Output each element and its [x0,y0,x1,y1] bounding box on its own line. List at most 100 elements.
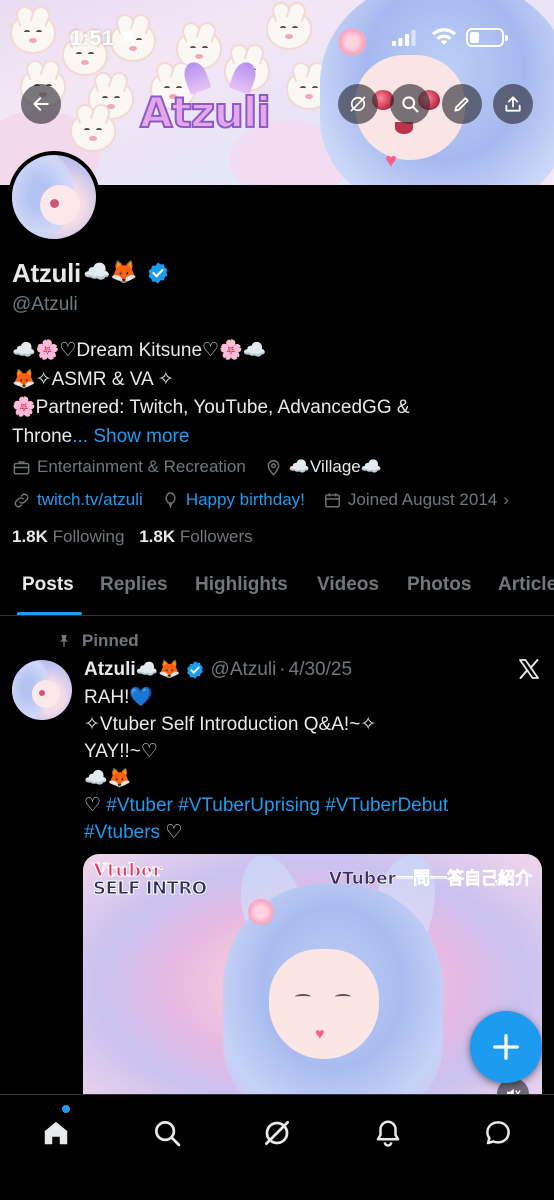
tab-articles[interactable]: Articles [498,574,554,615]
search-icon [402,96,419,113]
follow-counts: 1.8K Following 1.8K Followers [12,527,253,547]
compose-button[interactable] [470,1011,542,1083]
followers-label: Followers [179,527,253,546]
location-text: ☁️Village☁️ [288,457,382,476]
tab-posts[interactable]: Posts [22,574,74,615]
bell-muted-icon [122,30,136,46]
display-name-row: Atzuli ☁️🦊 [12,256,170,290]
location-pin-icon [267,459,280,476]
followers-count-link[interactable]: 1.8K Followers [139,527,252,546]
bio-line: ☁️🌸♡Dream Kitsune♡🌸☁️ [12,340,267,361]
hashtag-links[interactable]: #Vtuber #VTuberUprising #VTuberDebut [106,795,448,816]
share-button[interactable] [493,84,533,124]
media-title: Vtuber SELF INTRO [93,861,208,899]
bottom-navigation [0,1094,554,1200]
home-notification-dot [62,1105,70,1113]
active-tab-indicator [17,612,82,615]
media-title-bottom: SELF INTRO [93,878,208,899]
nav-home[interactable] [32,1109,80,1157]
display-name-emoji: ☁️🦊 [82,260,138,285]
post-author-emoji: ☁️🦊 [135,659,181,680]
tab-replies[interactable]: Replies [100,574,168,615]
grok-button[interactable] [338,84,378,124]
search-icon [155,1121,181,1147]
website-link[interactable]: twitch.tv/atzuli [37,490,143,510]
link-icon [14,493,29,507]
profile-meta-row-1: Entertainment & Recreation ☁️Village☁️ [12,457,400,477]
media-japanese-title: VTuber一問一答自己紹介 [328,869,533,890]
grok-icon [350,96,366,112]
post-author-avatar[interactable] [12,660,72,720]
balloon-icon [165,491,176,508]
wifi-icon [432,28,456,45]
flower-decoration [248,899,274,925]
back-arrow-icon [33,97,49,111]
bio-line: 🦊✧ASMR & VA ✧ [12,368,174,390]
bio-text: Throne [12,425,73,447]
profile-joined: Joined August 2014 › [323,490,509,510]
birthday-link[interactable]: Happy birthday! [186,490,305,510]
profile-meta-row-2: twitch.tv/atzuli Happy birthday! Joined … [12,490,527,510]
profile-birthday[interactable]: Happy birthday! [161,490,305,510]
bio-line: Throne... Show more [12,423,532,452]
post-line: #Vtubers ♡ [84,819,544,846]
heart-decoration: ♥ [385,150,397,172]
calendar-icon [324,492,340,508]
profile-avatar[interactable] [8,151,100,243]
category-text: Entertainment & Recreation [37,457,246,476]
tab-videos[interactable]: Videos [317,574,379,615]
bio-ellipsis: ... [72,425,89,447]
share-icon [505,96,521,112]
profile-website[interactable]: twitch.tv/atzuli [12,490,143,510]
x-logo-icon[interactable] [517,657,541,681]
hashtag-link[interactable]: #Vtubers [84,822,160,843]
fox-mascot-decoration [70,112,116,152]
back-button[interactable] [21,84,61,124]
search-button[interactable] [390,84,430,124]
bell-icon [376,1120,400,1147]
post-text-suffix: ♡ [160,822,183,843]
nav-grok[interactable] [253,1109,301,1157]
post-line: RAH!💙 [84,687,154,708]
heart-decoration: ♥ [315,1026,325,1043]
status-time: 1:51 [70,27,115,50]
post-header: Atzuli ☁️🦊 @Atzuli · 4/30/25 [84,656,352,684]
pin-icon [60,635,68,647]
status-bar: 1:51 [0,0,554,76]
nav-notifications[interactable] [364,1109,412,1157]
profile-location: ☁️Village☁️ [264,457,382,477]
edit-button[interactable] [442,84,482,124]
post-date[interactable]: 4/30/25 [289,659,352,681]
joined-text: Joined August 2014 [347,490,498,509]
pinned-label-row: Pinned [56,631,139,651]
chevron-right-icon[interactable]: › [503,490,509,510]
pinned-label: Pinned [82,631,139,650]
following-label: Following [52,527,125,546]
profile-tabs: Posts Replies Highlights Videos Photos A… [0,564,554,616]
verified-badge-icon[interactable] [146,261,170,285]
tab-photos[interactable]: Photos [407,574,471,615]
nav-messages[interactable] [474,1109,522,1157]
post-author-handle[interactable]: @Atzuli [211,659,277,681]
show-more-link[interactable]: Show more [93,426,189,447]
post-line: ♡ #Vtuber #VTuberUprising #VTuberDebut [84,792,544,819]
verified-badge-icon [186,661,203,679]
briefcase-icon [13,460,30,475]
battery-icon [466,28,508,47]
following-count-link[interactable]: 1.8K Following [12,527,124,546]
home-icon [44,1121,68,1145]
nav-search[interactable] [143,1109,191,1157]
post-separator: · [279,659,286,680]
cellular-signal-icon [392,30,416,46]
post-line: YAY!!~♡ [84,741,158,762]
tab-highlights[interactable]: Highlights [195,574,288,615]
bio-line: 🌸Partnered: Twitch, YouTube, AdvancedGG … [12,397,410,418]
profile-handle: @Atzuli [12,294,78,315]
post-line: ✧Vtuber Self Introduction Q&A!~✧ [84,714,377,735]
banner-logo-text: Atzuli [139,87,272,138]
post-body[interactable]: RAH!💙 ✧Vtuber Self Introduction Q&A!~✧ Y… [84,684,544,846]
profile-category: Entertainment & Recreation [12,457,246,477]
post-author-name[interactable]: Atzuli [84,659,136,681]
display-name: Atzuli [12,257,81,288]
plus-icon [493,1034,519,1060]
